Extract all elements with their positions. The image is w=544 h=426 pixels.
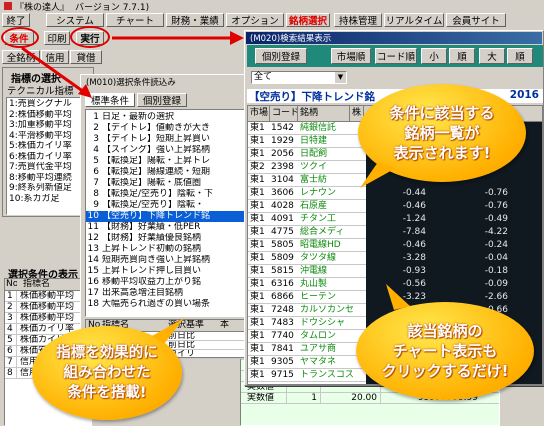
callout-combo-line3: 条件を搭載! [67,385,147,401]
callout-combo-line1: 指標を効果的に [56,345,158,361]
callout-results-line1: 条件に該当する [389,104,495,122]
callout-results-tail [360,162,396,188]
callout-combo-line2: 組み合わせた [63,365,151,381]
callout-combo-tail [152,318,184,344]
callout-results-line3: 表示されます! [393,144,491,162]
callout-chart-tail [386,284,410,310]
callout-results-line2: 銘柄一覧が [404,124,480,142]
callout-chart-line3: クリックするだけ! [381,362,509,380]
callout-chart-line1: 該当銘柄の [407,322,483,340]
callout-chart: 該当銘柄の チャート表示も クリックするだけ! [356,302,534,400]
arrow-to-results-head [230,31,244,45]
callout-chart-line2: チャート表示も [392,342,498,360]
arrow-to-dialog [21,46,85,94]
